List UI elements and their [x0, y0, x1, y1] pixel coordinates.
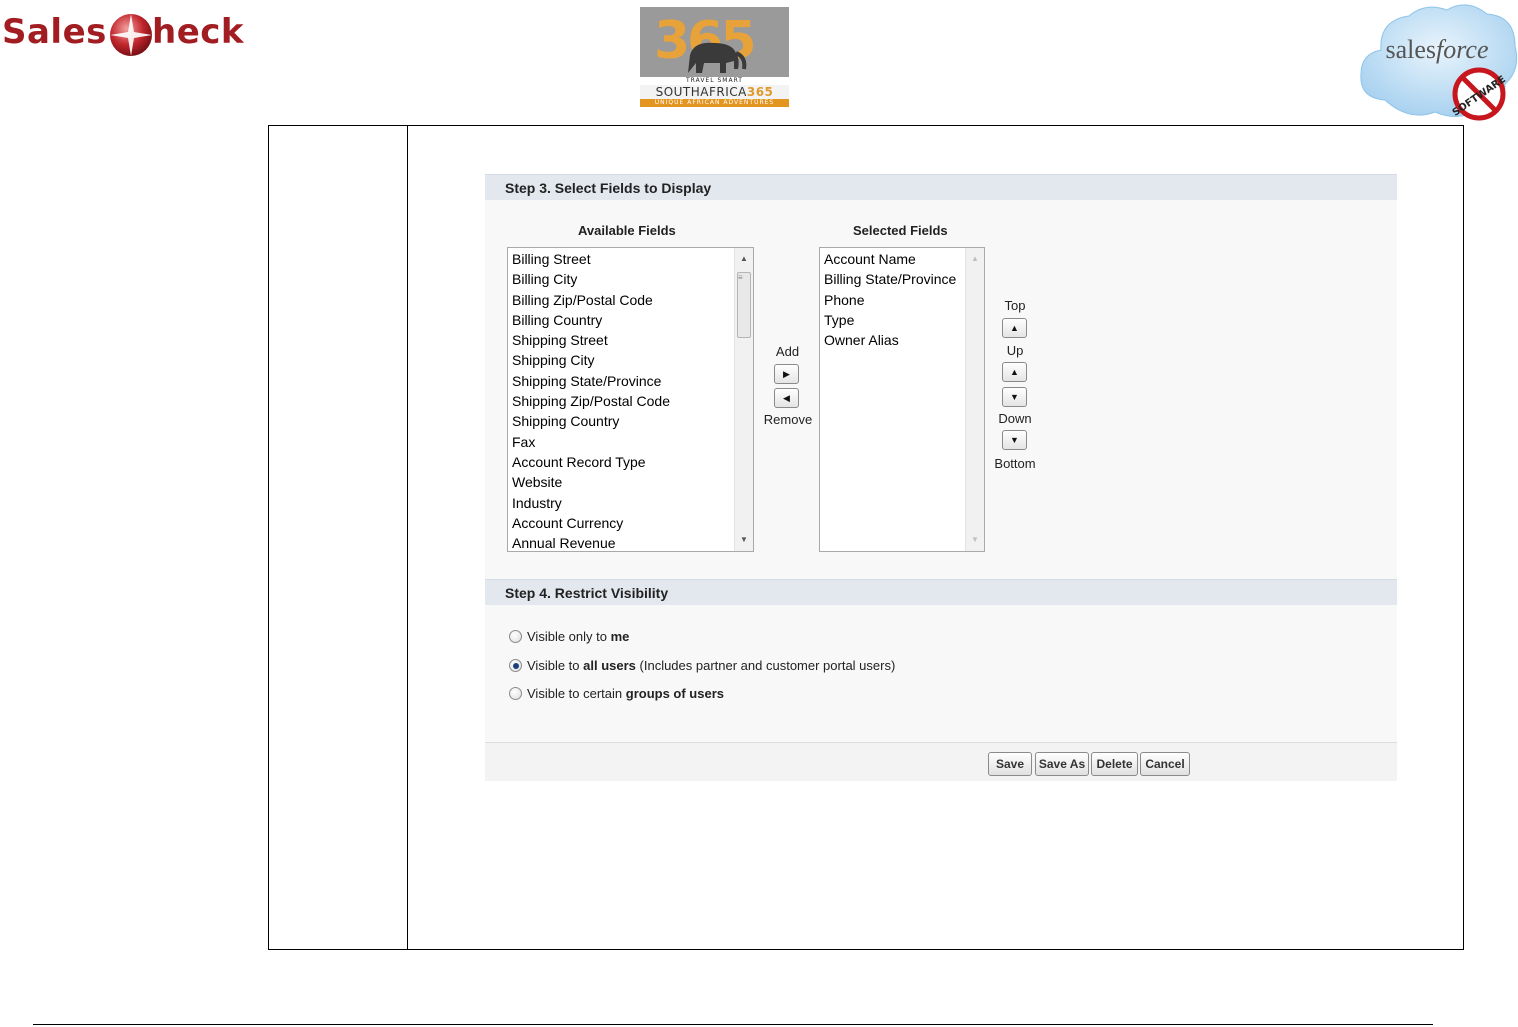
visibility-option-groups[interactable]: Visible to certain groups of users [509, 685, 724, 703]
list-item[interactable]: Website [508, 472, 753, 492]
salescheck-logo: Sales heck [0, 6, 260, 62]
logo-photo-band: 365 [640, 7, 789, 77]
list-item[interactable]: Billing City [508, 269, 753, 289]
add-label: Add [775, 344, 800, 359]
save-button[interactable]: Save [988, 752, 1032, 776]
option-text-bold: me [610, 629, 630, 644]
option-text: Visible to [527, 658, 584, 673]
visibility-option-all-users[interactable]: Visible to all users (Includes partner a… [509, 657, 895, 675]
arrow-left-icon: ◀ [783, 393, 790, 403]
list-item[interactable]: Account Name [820, 249, 984, 269]
visibility-option-me[interactable]: Visible only to me [509, 628, 629, 646]
logo-name-right: 365 [746, 85, 774, 99]
list-item[interactable]: Annual Revenue [508, 533, 753, 551]
up-label: Up [1006, 343, 1024, 358]
scroll-down-icon[interactable]: ▼ [735, 531, 753, 549]
salescheck-logo-left-text: Sales [2, 12, 107, 52]
option-text: Visible only to [527, 629, 611, 644]
list-item[interactable]: Billing Zip/Postal Code [508, 290, 753, 310]
scroll-up-icon[interactable]: ▲ [735, 250, 753, 268]
radio-button-selected[interactable] [509, 659, 522, 672]
list-item[interactable]: Shipping Zip/Postal Code [508, 391, 753, 411]
step4-header: Step 4. Restrict Visibility [485, 579, 1397, 605]
down-label: Down [998, 411, 1032, 426]
scroll-up-icon[interactable]: ▲ [966, 250, 984, 268]
move-bottom-icon: ▼ [1010, 435, 1019, 445]
selected-fields-title: Selected Fields [853, 223, 948, 238]
move-down-button[interactable]: ▼ [1002, 387, 1027, 407]
option-text: Visible to certain [527, 686, 626, 701]
list-item[interactable]: Account Currency [508, 513, 753, 533]
scroll-down-icon[interactable]: ▼ [966, 531, 984, 549]
option-text-bold: groups of users [625, 686, 725, 701]
radio-button[interactable] [509, 687, 522, 700]
top-label: Top [1004, 298, 1026, 313]
page-bottom-rule [33, 1024, 1433, 1025]
delete-button[interactable]: Delete [1091, 752, 1138, 776]
logo-tagline: TRAVEL SMART [686, 77, 743, 84]
move-bottom-button[interactable]: ▼ [1002, 430, 1027, 450]
selected-fields-scrollbar[interactable]: ▲ ▼ [965, 248, 984, 551]
list-item[interactable]: Shipping City [508, 350, 753, 370]
selected-fields-listbox[interactable]: Account Name Billing State/Province Phone T… [819, 247, 985, 552]
list-item[interactable]: Fax [508, 432, 753, 452]
list-item[interactable]: Billing State/Province [820, 269, 984, 289]
available-fields-title: Available Fields [578, 223, 676, 238]
southafrica365-logo: 365 TRAVEL SMART SOUTHAFRICA365 UNIQUE A… [640, 7, 789, 107]
salescheck-logo-right-text: heck [152, 12, 245, 52]
move-top-icon: ▲ [1010, 323, 1019, 333]
list-item[interactable]: Account Record Type [508, 452, 753, 472]
available-fields-scrollbar[interactable]: ▲ ≡ ▼ [734, 248, 753, 551]
list-item[interactable]: Owner Alias [820, 330, 984, 350]
remove-label: Remove [763, 412, 813, 427]
button-bar [485, 742, 1397, 781]
list-item[interactable]: Billing Country [508, 310, 753, 330]
logo-name-left: SOUTHAFRICA [655, 85, 747, 99]
list-item[interactable]: Shipping Country [508, 411, 753, 431]
arrow-right-icon: ▶ [783, 369, 790, 379]
list-item[interactable]: Phone [820, 290, 984, 310]
logo-name: SOUTHAFRICA365 [640, 85, 789, 99]
scroll-grip-icon: ≡ [738, 273, 743, 282]
arrow-down-icon: ▼ [1010, 392, 1019, 402]
list-item[interactable]: Shipping Street [508, 330, 753, 350]
move-up-button[interactable]: ▲ [1002, 362, 1027, 382]
add-button[interactable]: ▶ [774, 364, 799, 384]
logo-strapline: UNIQUE AFRICAN ADVENTURES [640, 99, 789, 107]
list-item[interactable]: Industry [508, 493, 753, 513]
list-item[interactable]: Billing Street [508, 249, 753, 269]
bottom-label: Bottom [994, 456, 1036, 471]
option-text-bold: all users [583, 658, 636, 673]
remove-button[interactable]: ◀ [774, 388, 799, 408]
save-as-button[interactable]: Save As [1035, 752, 1089, 776]
list-item[interactable]: Shipping State/Province [508, 371, 753, 391]
option-text-suffix: (Includes partner and customer portal us… [635, 658, 896, 673]
move-top-button[interactable]: ▲ [1002, 318, 1027, 338]
cancel-button[interactable]: Cancel [1140, 752, 1190, 776]
elephant-icon [688, 42, 747, 73]
list-item[interactable]: Type [820, 310, 984, 330]
globe-icon [110, 14, 152, 56]
available-fields-listbox[interactable]: Billing Street Billing City Billing Zip/Po… [507, 247, 754, 552]
salesforce-wordmark: salesforce [1385, 35, 1488, 64]
salesforce-no-software-logo: salesforce SOFTWARE [1360, 4, 1518, 121]
document-table-column-divider [407, 125, 408, 950]
radio-button[interactable] [509, 630, 522, 643]
arrow-up-icon: ▲ [1010, 367, 1019, 377]
step3-header: Step 3. Select Fields to Display [485, 174, 1397, 200]
